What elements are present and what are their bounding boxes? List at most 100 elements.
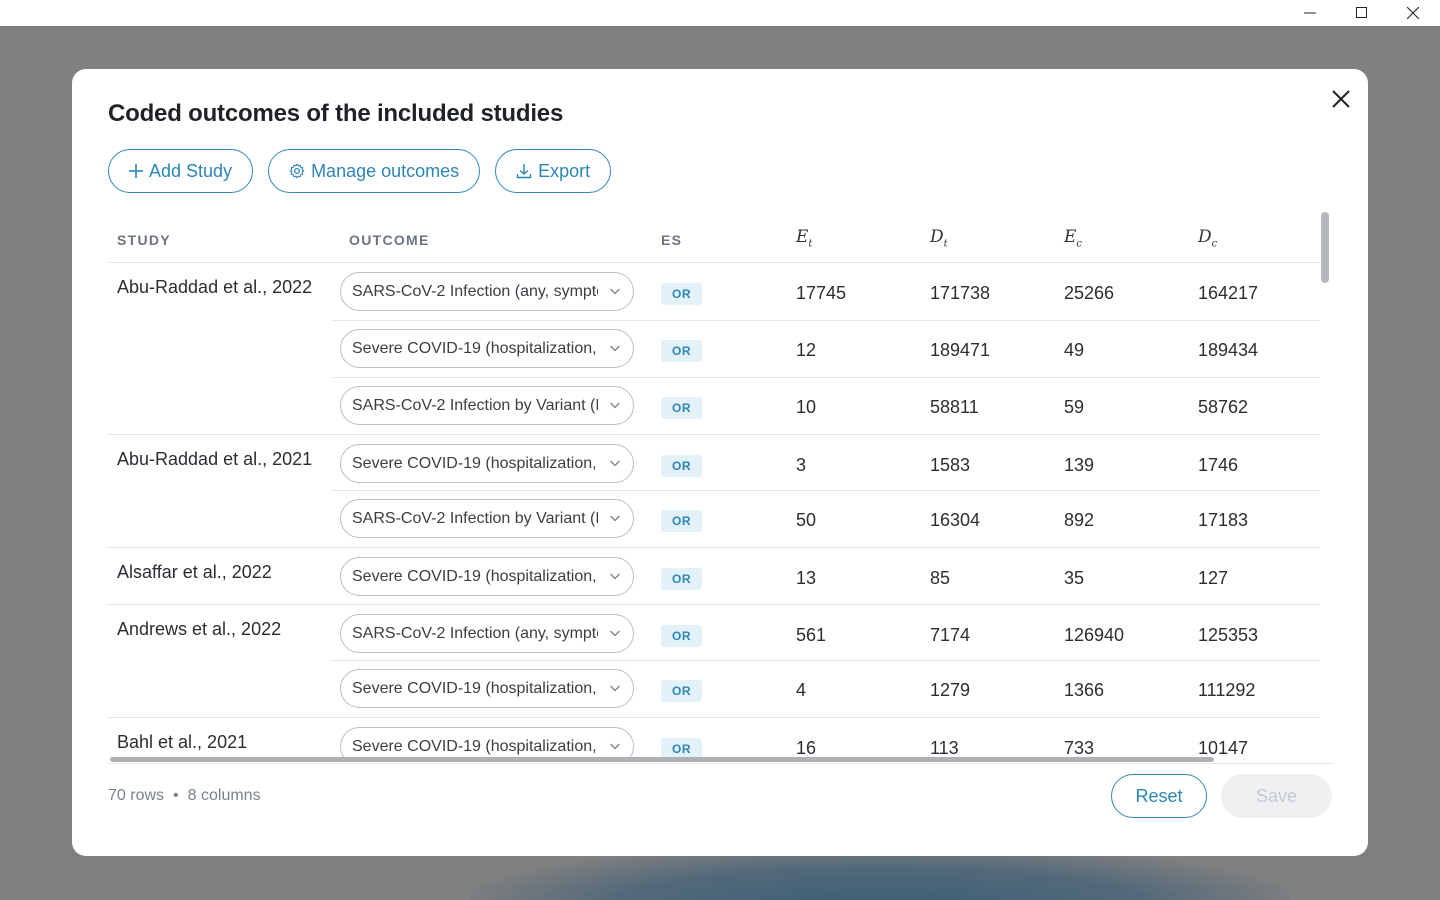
cell-dt[interactable]: 113 [930,738,959,759]
es-badge[interactable]: OR [661,340,702,362]
cell-et[interactable]: 16 [796,738,816,759]
cell-et[interactable]: 3 [796,455,806,476]
es-badge[interactable]: OR [661,568,702,590]
study-name: Andrews et al., 2022 [117,619,282,639]
chevron-down-icon [610,685,620,692]
add-study-label: Add Study [149,160,233,181]
cell-dc[interactable]: 1746 [1198,455,1238,476]
study-name: Bahl et al., 2021 [117,732,248,752]
es-badge[interactable]: OR [661,397,702,419]
outcome-select[interactable]: SARS-CoV-2 Infection by Variant (Delta) [340,499,634,538]
header-dt: Dt [930,227,948,250]
header-outcome: OUTCOME [349,232,430,248]
cell-dc[interactable]: 17183 [1198,510,1248,531]
save-button[interactable]: Save [1221,774,1332,818]
download-icon [516,163,532,179]
cell-et[interactable]: 17745 [796,283,846,304]
cell-ec[interactable]: 25266 [1064,283,1114,304]
cell-dc[interactable]: 164217 [1198,283,1258,304]
dialog-close-button[interactable] [1327,85,1355,113]
cell-dc[interactable]: 127 [1198,568,1228,589]
maximize-button[interactable] [1337,0,1387,26]
cell-dc[interactable]: 111292 [1198,680,1255,701]
outcome-value: Severe COVID-19 (hospitalization, ICU, d… [352,737,598,755]
gear-icon [289,163,305,179]
table-row: Bahl et al., 2021 Severe COVID-19 (hospi… [108,717,1320,762]
chevron-down-icon [610,460,620,467]
cell-dc[interactable]: 125353 [1198,625,1258,646]
cell-ec[interactable]: 139 [1064,455,1094,476]
cell-dc[interactable]: 58762 [1198,397,1248,418]
cell-ec[interactable]: 59 [1064,397,1084,418]
outcome-select[interactable]: SARS-CoV-2 Infection (any, symptomatic) [340,614,634,653]
horizontal-scrollbar[interactable] [110,757,1214,762]
es-badge[interactable]: OR [661,510,702,532]
vertical-scrollbar[interactable] [1321,212,1329,283]
reset-button[interactable]: Reset [1111,774,1207,818]
outcome-value: Severe COVID-19 (hospitalization, ICU, d… [352,567,598,585]
close-icon [1332,90,1350,108]
outcomes-table: STUDY OUTCOME ES Et Dt Ec Dc Abu-Raddad … [108,212,1332,762]
window-titlebar [0,0,1440,26]
footer-divider [108,763,1332,764]
cell-ec[interactable]: 49 [1064,340,1084,361]
cell-et[interactable]: 561 [796,625,826,646]
cell-ec[interactable]: 733 [1064,738,1094,759]
es-badge[interactable]: OR [661,283,702,305]
outcome-select[interactable]: Severe COVID-19 (hospitalization, ICU, d… [340,557,634,596]
cell-dt[interactable]: 7174 [930,625,970,646]
outcome-select[interactable]: Severe COVID-19 (hospitalization, ICU, d… [340,444,634,483]
es-badge[interactable]: OR [661,680,702,702]
table-row: Abu-Raddad et al., 2022 SARS-CoV-2 Infec… [108,263,1320,320]
columns-count: 8 columns [187,787,261,804]
cell-dt[interactable]: 1279 [930,680,970,701]
export-label: Export [538,160,591,181]
outcome-select[interactable]: Severe COVID-19 (hospitalization, ICU, d… [340,329,634,368]
chevron-down-icon [610,288,620,295]
cell-dc[interactable]: 189434 [1198,340,1258,361]
chevron-down-icon [610,573,620,580]
cell-ec[interactable]: 892 [1064,510,1094,531]
cell-et[interactable]: 12 [796,340,816,361]
table-row: SARS-CoV-2 Infection by Variant (Delta) … [108,377,1320,434]
cell-et[interactable]: 50 [796,510,816,531]
chevron-down-icon [610,630,620,637]
chevron-down-icon [610,402,620,409]
cell-et[interactable]: 4 [796,680,806,701]
table-row: SARS-CoV-2 Infection by Variant (Delta) … [108,490,1320,547]
add-study-button[interactable]: Add Study [108,149,254,193]
cell-dc[interactable]: 10147 [1198,738,1248,759]
chevron-down-icon [610,515,620,522]
export-button[interactable]: Export [495,149,612,193]
cell-dt[interactable]: 85 [930,568,950,589]
outcome-value: Severe COVID-19 (hospitalization, ICU, d… [352,679,598,697]
maximize-icon [1356,7,1367,18]
outcome-select[interactable]: SARS-CoV-2 Infection by Variant (Delta) [340,386,634,425]
cell-ec[interactable]: 126940 [1064,625,1124,646]
outcome-value: SARS-CoV-2 Infection (any, symptomatic) [352,282,598,300]
cell-dt[interactable]: 189471 [930,340,990,361]
cell-dt[interactable]: 58811 [930,397,979,418]
table-row: Severe COVID-19 (hospitalization, ICU, d… [108,660,1320,717]
manage-outcomes-label: Manage outcomes [311,160,460,181]
es-badge[interactable]: OR [661,625,702,647]
cell-dt[interactable]: 171738 [930,283,990,304]
outcome-select[interactable]: Severe COVID-19 (hospitalization, ICU, d… [340,669,634,708]
minimize-button[interactable] [1285,0,1335,26]
cell-ec[interactable]: 35 [1064,568,1084,589]
outcome-value: Severe COVID-19 (hospitalization, ICU, d… [352,454,598,472]
es-badge[interactable]: OR [661,455,702,477]
study-name: Alsaffar et al., 2022 [117,562,272,582]
cell-ec[interactable]: 1366 [1064,680,1104,701]
window-close-button[interactable] [1388,0,1438,26]
table-header: STUDY OUTCOME ES Et Dt Ec Dc [108,212,1320,263]
cell-et[interactable]: 13 [796,568,816,589]
cell-dt[interactable]: 16304 [930,510,980,531]
header-dc: Dc [1198,227,1218,250]
rows-count: 70 rows [108,787,165,804]
outcome-select[interactable]: SARS-CoV-2 Infection (any, symptomatic) [340,272,634,311]
manage-outcomes-button[interactable]: Manage outcomes [268,149,481,193]
table-row: Abu-Raddad et al., 2021 Severe COVID-19 … [108,434,1320,491]
cell-dt[interactable]: 1583 [930,455,970,476]
cell-et[interactable]: 10 [796,397,816,418]
